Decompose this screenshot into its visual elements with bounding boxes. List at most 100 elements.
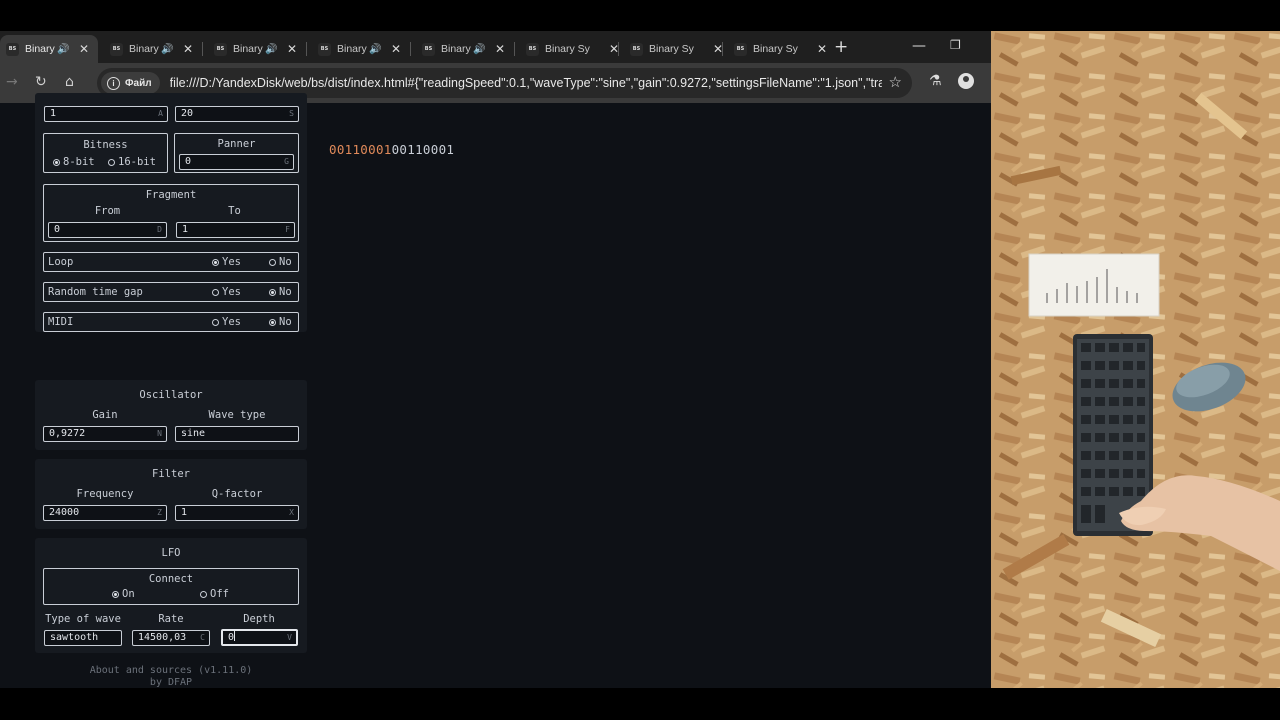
tab-7[interactable]: BS Binary Sy ✕ xyxy=(624,35,728,63)
close-icon[interactable]: ✕ xyxy=(817,42,827,56)
forward-icon[interactable]: → xyxy=(6,74,18,90)
connect-label: Connect xyxy=(148,573,194,585)
radio-icon xyxy=(212,319,219,326)
fragment-to-input[interactable]: 1 F xyxy=(176,222,295,238)
fragment-group: Fragment From To 0 D 1 F xyxy=(43,184,299,242)
reload-icon[interactable]: ↻ xyxy=(35,74,47,90)
field-value: 0,9272 xyxy=(49,428,86,439)
webcam-overlay xyxy=(991,31,1280,688)
about-text: About and sources (v1.11.0) xyxy=(89,665,253,676)
url-text[interactable]: file:///D:/YandexDisk/web/bs/dist/index.… xyxy=(170,76,882,90)
loop-yes-radio[interactable]: Yes xyxy=(212,256,241,268)
radio-label: On xyxy=(122,588,135,600)
fragment-from-input[interactable]: 0 D xyxy=(48,222,167,238)
site-info-label: Файл xyxy=(125,77,152,89)
tab-title: Binary Sy xyxy=(753,43,798,55)
frequency-label: Frequency xyxy=(76,488,134,500)
radio-icon xyxy=(108,159,115,166)
close-icon[interactable]: ✕ xyxy=(287,42,297,56)
lfo-panel: LFO Connect On Off Type of wave Rate Dep… xyxy=(35,538,307,653)
random-gap-label: Random time gap xyxy=(48,286,143,298)
top-right-field[interactable]: 20 S xyxy=(175,106,299,122)
field-value: sawtooth xyxy=(50,632,99,643)
labs-flask-icon[interactable]: ⚗ xyxy=(929,73,942,89)
tab-title: Binary xyxy=(129,43,159,55)
hotkey-hint: V xyxy=(287,633,292,642)
lfo-type-select[interactable]: sawtooth xyxy=(44,630,122,646)
loop-row: Loop Yes No xyxy=(43,252,299,272)
restore-icon[interactable]: ❐ xyxy=(950,38,961,52)
field-value: 14500,03 xyxy=(138,632,187,643)
bookmark-star-icon[interactable]: ☆ xyxy=(889,73,902,91)
info-icon: i xyxy=(107,76,120,90)
speaker-icon[interactable]: 🔊 xyxy=(265,44,279,55)
tab-6[interactable]: BS Binary Sy ✕ xyxy=(520,35,624,63)
bitness-8bit-radio[interactable]: 8-bit xyxy=(53,156,95,168)
lfo-depth-input[interactable]: 0 V xyxy=(221,629,298,646)
field-value: 1 xyxy=(182,224,189,235)
radio-label: No xyxy=(279,256,292,268)
tab-title: Binary xyxy=(233,43,263,55)
radio-label: Off xyxy=(210,588,229,600)
site-info-chip[interactable]: i Файл xyxy=(101,72,160,94)
speaker-icon[interactable]: 🔊 xyxy=(161,44,175,55)
bitness-16bit-radio[interactable]: 16-bit xyxy=(108,156,156,168)
panner-input[interactable]: 0 G xyxy=(179,154,294,170)
panner-title: Panner xyxy=(217,138,256,150)
loop-label: Loop xyxy=(48,256,74,268)
wave-type-select[interactable]: sine xyxy=(175,426,299,442)
random-gap-no-radio[interactable]: No xyxy=(269,286,292,298)
top-left-field[interactable]: 1 A xyxy=(44,106,168,122)
tab-1[interactable]: BS Binary 🔊 ✕ xyxy=(0,35,98,63)
filter-panel: Filter Frequency Q-factor 24000 Z 1 X xyxy=(35,459,307,529)
frequency-input[interactable]: 24000 Z xyxy=(43,505,167,521)
profile-avatar[interactable] xyxy=(958,73,974,89)
lfo-rate-input[interactable]: 14500,03 C xyxy=(132,630,210,646)
tab-separator xyxy=(306,42,307,56)
close-icon[interactable]: ✕ xyxy=(183,42,193,56)
tab-5[interactable]: BS Binary 🔊 ✕ xyxy=(416,35,520,63)
lfo-connect-group: Connect On Off xyxy=(43,568,299,605)
settings-panel: 1 A 20 S Bitness 8-bit 16-bit Panner 0 G xyxy=(35,93,307,332)
about-link[interactable]: About and sources (v1.11.0) by DFAP xyxy=(35,665,307,688)
text-cursor xyxy=(234,631,236,641)
close-icon[interactable]: ✕ xyxy=(391,42,401,56)
lfo-off-radio[interactable]: Off xyxy=(200,588,229,600)
speaker-icon[interactable]: 🔊 xyxy=(369,44,383,55)
tab-3[interactable]: BS Binary 🔊 ✕ xyxy=(208,35,312,63)
radio-label: Yes xyxy=(222,256,241,268)
radio-label: Yes xyxy=(222,286,241,298)
radio-icon xyxy=(200,591,207,598)
tab-4[interactable]: BS Binary 🔊 ✕ xyxy=(312,35,416,63)
gain-input[interactable]: 0,9272 N xyxy=(43,426,167,442)
q-factor-input[interactable]: 1 X xyxy=(175,505,299,521)
midi-no-radio[interactable]: No xyxy=(269,316,292,328)
close-icon[interactable]: ✕ xyxy=(495,42,505,56)
hotkey-hint: X xyxy=(289,508,294,517)
lfo-on-radio[interactable]: On xyxy=(112,588,135,600)
favicon-icon: BS xyxy=(630,42,643,56)
speaker-icon[interactable]: 🔊 xyxy=(473,44,487,55)
speaker-icon[interactable]: 🔊 xyxy=(57,44,71,55)
radio-icon xyxy=(53,159,60,166)
random-gap-yes-radio[interactable]: Yes xyxy=(212,286,241,298)
tab-8[interactable]: BS Binary Sy ✕ xyxy=(728,35,832,63)
home-icon[interactable]: ⌂ xyxy=(65,74,74,90)
rate-label: Rate xyxy=(158,613,184,625)
field-value: 0 xyxy=(185,156,192,167)
radio-icon xyxy=(212,289,219,296)
q-factor-label: Q-factor xyxy=(211,488,263,500)
tab-separator xyxy=(410,42,411,56)
close-icon[interactable]: ✕ xyxy=(79,42,89,56)
midi-yes-radio[interactable]: Yes xyxy=(212,316,241,328)
hotkey-hint: S xyxy=(289,109,294,118)
hotkey-hint: Z xyxy=(157,508,162,517)
radio-icon xyxy=(269,319,276,326)
new-tab-icon[interactable]: + xyxy=(834,37,848,57)
favicon-icon: BS xyxy=(214,42,227,56)
browser-window: BS Binary 🔊 ✕ BS Binary 🔊 ✕ BS Binary 🔊 … xyxy=(0,31,991,688)
loop-no-radio[interactable]: No xyxy=(269,256,292,268)
tab-2[interactable]: BS Binary 🔊 ✕ xyxy=(104,35,208,63)
radio-label: Yes xyxy=(222,316,241,328)
minimize-icon[interactable]: — xyxy=(912,38,926,54)
